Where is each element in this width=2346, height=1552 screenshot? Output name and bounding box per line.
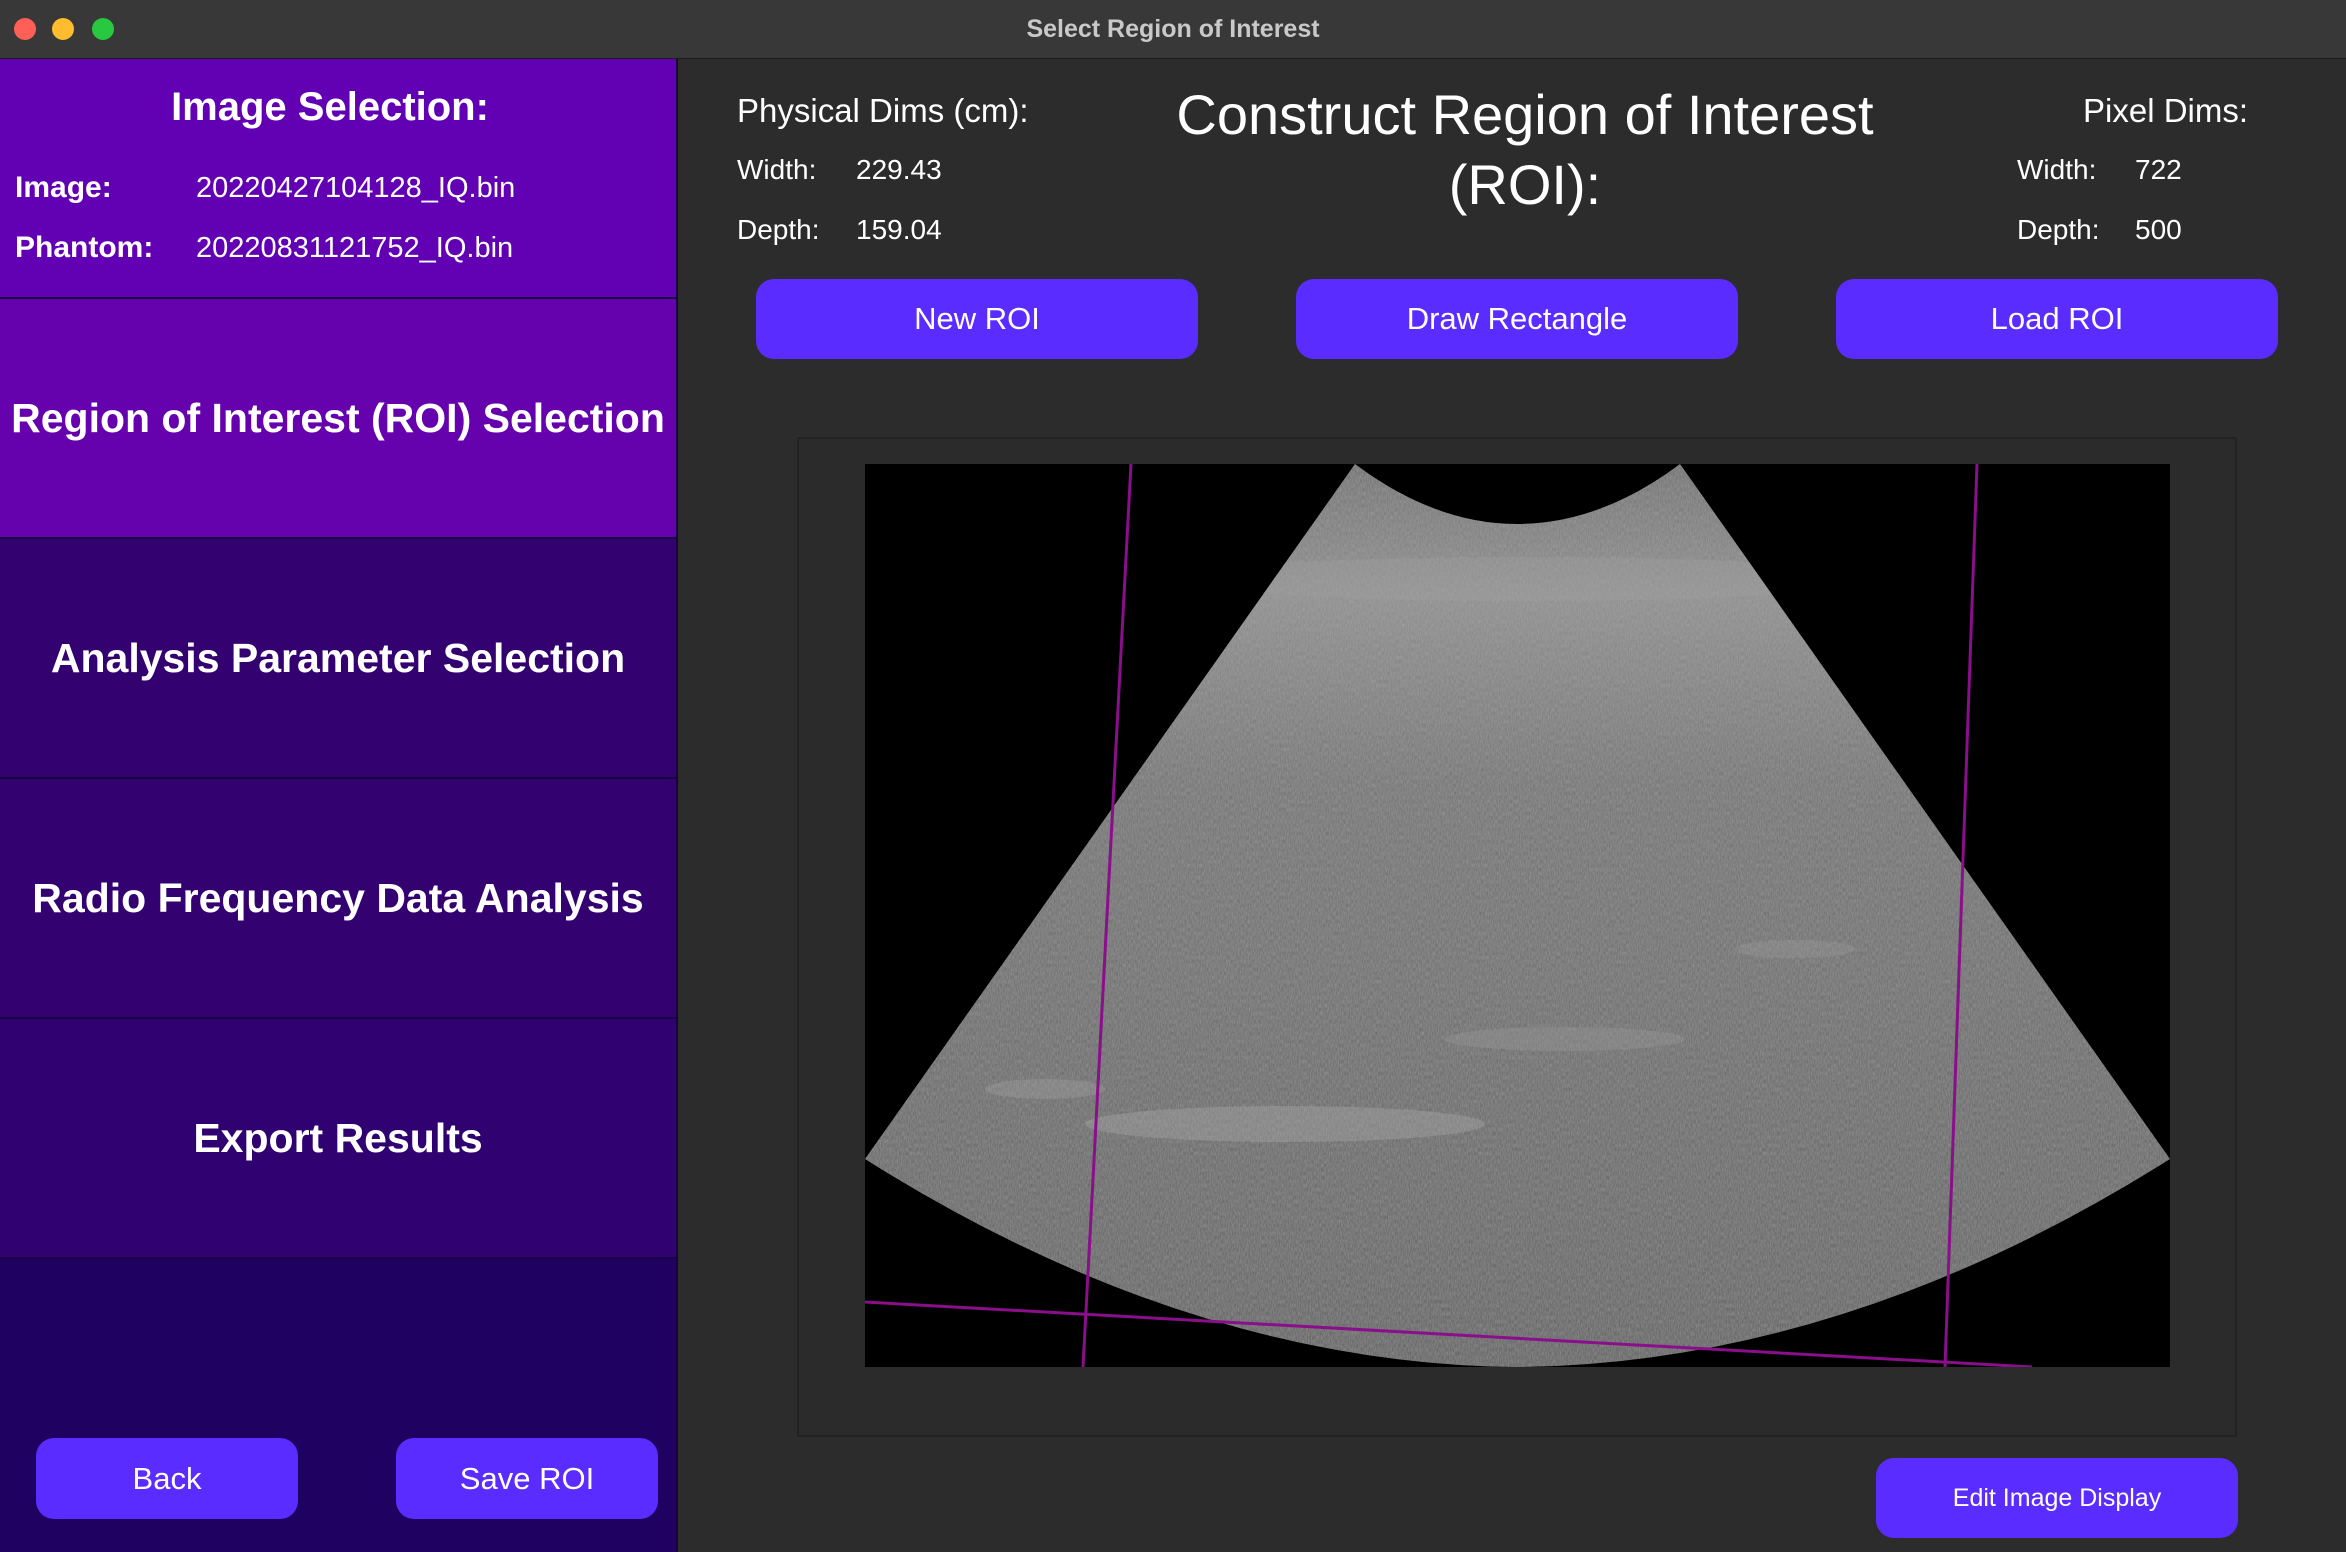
sidebar: Image Selection: Image: 20220427104128_I… <box>0 59 678 1552</box>
ultrasound-image-canvas[interactable] <box>864 463 2170 1369</box>
phantom-filename: 20220831121752_IQ.bin <box>196 232 514 264</box>
image-selection-title: Image Selection: <box>171 85 489 129</box>
physical-width-value: 229.43 <box>856 154 942 185</box>
page-title: Construct Region of Interest (ROI): <box>1176 83 1874 216</box>
nav-roi-selection[interactable]: Region of Interest (ROI) Selection <box>0 299 678 539</box>
pixel-dims-heading: Pixel Dims: <box>2083 92 2249 129</box>
image-filename: 20220427104128_IQ.bin <box>196 172 516 204</box>
nav-rf-data-analysis[interactable]: Radio Frequency Data Analysis <box>0 779 678 1019</box>
nav-analysis-parameter-selection[interactable]: Analysis Parameter Selection <box>0 539 678 779</box>
title-bar: Select Region of Interest <box>0 0 2346 59</box>
pixel-depth-label: Depth: <box>2017 214 2100 245</box>
nav-export-results[interactable]: Export Results <box>0 1019 678 1259</box>
pixel-width-value: 722 <box>2135 154 2182 185</box>
window-title: Select Region of Interest <box>1026 15 1320 43</box>
draw-rectangle-button[interactable]: Draw Rectangle <box>1296 279 1738 359</box>
image-label: Image: <box>15 171 112 204</box>
back-button[interactable]: Back <box>36 1438 298 1519</box>
phantom-label: Phantom: <box>15 231 154 264</box>
physical-depth-value: 159.04 <box>856 214 942 245</box>
physical-dims-heading: Physical Dims (cm): <box>737 92 1029 129</box>
load-roi-button[interactable]: Load ROI <box>1836 279 2278 359</box>
edit-image-display-button[interactable]: Edit Image Display <box>1876 1458 2238 1538</box>
save-roi-button[interactable]: Save ROI <box>396 1438 658 1519</box>
new-roi-button[interactable]: New ROI <box>756 279 1198 359</box>
image-selection-panel: Image Selection: Image: 20220427104128_I… <box>0 59 678 299</box>
pixel-width-label: Width: <box>2017 154 2097 185</box>
ultrasound-image[interactable] <box>864 463 2170 1369</box>
pixel-depth-value: 500 <box>2135 214 2182 245</box>
physical-depth-label: Depth: <box>737 214 820 245</box>
physical-width-label: Width: <box>737 154 817 185</box>
